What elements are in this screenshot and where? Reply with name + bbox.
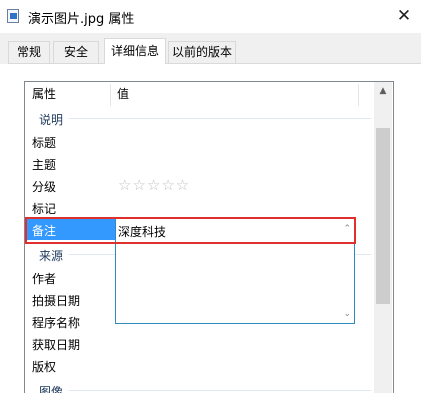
property-label: 程序名称 bbox=[32, 316, 81, 330]
window-title: 演示图片.jpg 属性 bbox=[28, 12, 135, 27]
editor-scroll-down-icon[interactable]: ⌄ bbox=[343, 309, 351, 319]
rating-stars[interactable]: ☆☆☆☆☆ bbox=[118, 176, 190, 194]
column-header-property[interactable]: 属性 bbox=[32, 85, 56, 103]
property-label: 版权 bbox=[32, 360, 57, 374]
highlight-box bbox=[25, 217, 356, 244]
group-label: 来源 bbox=[39, 249, 64, 263]
property-label: 标题 bbox=[32, 136, 57, 150]
property-row-tags[interactable]: 标记 bbox=[25, 196, 377, 218]
column-header-value[interactable]: 值 bbox=[117, 85, 129, 103]
group-image: 图像 bbox=[25, 381, 377, 393]
group-label: 图像 bbox=[39, 385, 64, 393]
tab-previous-versions[interactable]: 以前的版本 bbox=[168, 41, 236, 63]
column-separator[interactable] bbox=[110, 84, 111, 106]
scroll-up-arrow-icon[interactable]: ▲ bbox=[374, 82, 392, 100]
tab-security[interactable]: 安全 bbox=[53, 41, 99, 63]
tab-general[interactable]: 常规 bbox=[8, 41, 50, 63]
list-scrollbar[interactable]: ▲ bbox=[374, 82, 392, 393]
property-label: 标记 bbox=[32, 202, 57, 216]
scrollbar-thumb[interactable] bbox=[376, 128, 390, 304]
property-row-date-acquired[interactable]: 获取日期 bbox=[25, 332, 377, 354]
property-label: 获取日期 bbox=[32, 338, 81, 352]
close-button[interactable]: ✕ bbox=[391, 3, 417, 29]
property-label: 拍摄日期 bbox=[32, 294, 81, 308]
group-divider bbox=[69, 390, 371, 391]
tab-details[interactable]: 详细信息 bbox=[104, 38, 166, 64]
column-separator[interactable] bbox=[358, 84, 359, 106]
property-label: 分级 bbox=[32, 180, 57, 194]
group-label: 说明 bbox=[39, 113, 64, 127]
group-description: 说明 bbox=[25, 109, 377, 127]
property-row-subject[interactable]: 主题 bbox=[25, 152, 377, 174]
property-row-title[interactable]: 标题 bbox=[25, 130, 377, 152]
group-divider bbox=[69, 118, 371, 119]
property-row-copyright[interactable]: 版权 bbox=[25, 354, 377, 376]
property-row-rating[interactable]: 分级 ☆☆☆☆☆ bbox=[25, 174, 377, 196]
image-file-icon bbox=[7, 9, 19, 23]
property-label: 主题 bbox=[32, 158, 57, 172]
property-label: 作者 bbox=[32, 272, 57, 286]
